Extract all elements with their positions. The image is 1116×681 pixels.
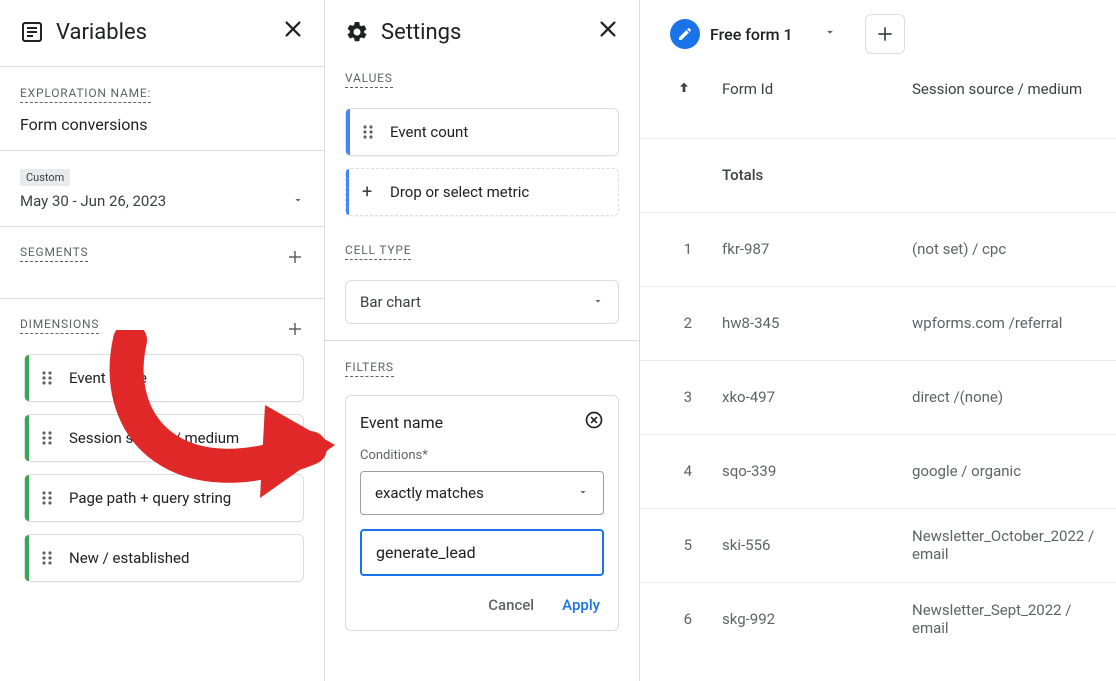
variables-icon xyxy=(20,20,44,44)
filter-card: Event name Conditions* exactly matches xyxy=(345,395,619,631)
drag-handle-icon xyxy=(362,124,374,140)
filter-matcher-value: exactly matches xyxy=(375,484,484,502)
report-tab-name: Free form 1 xyxy=(710,25,793,44)
date-range-value: May 30 - Jun 26, 2023 xyxy=(20,192,166,210)
dimension-chip-label: Event name xyxy=(69,369,147,387)
column-header-source-medium[interactable]: Session source / medium xyxy=(900,68,1116,138)
conditions-label: Conditions* xyxy=(360,448,604,463)
table-row[interactable]: 6 skg-992 Newsletter_Sept_2022 / email xyxy=(640,582,1116,656)
close-circle-icon xyxy=(584,410,604,430)
edit-badge xyxy=(670,19,700,49)
plus-icon xyxy=(875,24,895,44)
dimension-chip-label: Session source / medium xyxy=(69,429,239,447)
close-variables-button[interactable] xyxy=(282,18,304,46)
add-tab-button[interactable] xyxy=(865,14,905,54)
drag-handle-icon xyxy=(41,490,53,506)
column-header-form-id[interactable]: Form Id xyxy=(710,68,900,138)
gear-icon xyxy=(345,20,369,44)
add-segment-button[interactable] xyxy=(286,248,304,270)
table-row[interactable]: 3 xko-497 direct /(none) xyxy=(640,360,1116,434)
chevron-down-icon xyxy=(292,192,304,210)
date-custom-badge: Custom xyxy=(20,169,70,186)
close-icon xyxy=(597,18,619,40)
drag-handle-icon xyxy=(41,370,53,386)
dimension-chip[interactable]: Event name xyxy=(24,354,304,402)
plus-icon xyxy=(286,248,304,266)
totals-label: Totals xyxy=(710,138,900,212)
chevron-down-icon xyxy=(592,293,604,311)
filter-dimension-name: Event name xyxy=(360,413,443,432)
settings-header: Settings xyxy=(325,0,639,66)
variables-title: Variables xyxy=(56,20,270,45)
chevron-down-icon xyxy=(823,25,837,39)
filters-label: FILTERS xyxy=(345,360,394,377)
values-label: VALUES xyxy=(345,71,393,88)
table-row[interactable]: 4 sqo-339 google / organic xyxy=(640,434,1116,508)
close-settings-button[interactable] xyxy=(597,18,619,46)
variables-header: Variables xyxy=(0,0,324,66)
value-chip-label: Event count xyxy=(390,123,468,141)
dimensions-label: DIMENSIONS xyxy=(20,317,99,334)
close-icon xyxy=(282,18,304,40)
exploration-name-label: EXPLORATION NAME: xyxy=(20,86,151,103)
cell-type-value: Bar chart xyxy=(360,293,421,311)
cell-type-select[interactable]: Bar chart xyxy=(345,280,619,324)
tab-menu-button[interactable] xyxy=(823,25,837,43)
report-table: Form Id Session source / medium Totals 1… xyxy=(640,68,1116,656)
dimension-chip[interactable]: Session source / medium xyxy=(24,414,304,462)
filter-value-input[interactable] xyxy=(360,529,604,576)
sort-ascending-button[interactable] xyxy=(652,80,692,96)
dimension-chip[interactable]: Page path + query string xyxy=(24,474,304,522)
settings-title: Settings xyxy=(381,20,585,45)
table-row[interactable]: 2 hw8-345 wpforms.com /referral xyxy=(640,286,1116,360)
table-row[interactable]: 1 fkr-987 (not set) / cpc xyxy=(640,212,1116,286)
totals-row: Totals xyxy=(640,138,1116,212)
segments-label: SEGMENTS xyxy=(20,245,88,262)
chevron-down-icon xyxy=(577,484,589,502)
dimension-chip-label: New / established xyxy=(69,549,189,567)
drag-handle-icon xyxy=(41,550,53,566)
value-chip[interactable]: Event count xyxy=(345,108,619,156)
filter-matcher-select[interactable]: exactly matches xyxy=(360,471,604,515)
drop-metric-label: Drop or select metric xyxy=(390,183,529,201)
table-row[interactable]: 5 ski-556 Newsletter_October_2022 / emai… xyxy=(640,508,1116,582)
pencil-icon xyxy=(677,26,693,42)
plus-icon xyxy=(286,320,304,338)
dimension-chip-label: Page path + query string xyxy=(69,489,231,507)
filter-apply-button[interactable]: Apply xyxy=(562,596,600,614)
drop-metric-zone[interactable]: + Drop or select metric xyxy=(345,168,619,216)
plus-icon: + xyxy=(362,182,372,203)
filter-cancel-button[interactable]: Cancel xyxy=(488,596,534,614)
date-range-picker[interactable]: Custom May 30 - Jun 26, 2023 xyxy=(0,150,324,226)
exploration-name-input[interactable]: Form conversions xyxy=(20,113,304,134)
add-dimension-button[interactable] xyxy=(286,320,304,342)
remove-filter-button[interactable] xyxy=(584,410,604,434)
drag-handle-icon xyxy=(41,430,53,446)
arrow-up-icon xyxy=(676,80,692,96)
report-tab[interactable]: Free form 1 xyxy=(664,15,843,53)
dimension-chip[interactable]: New / established xyxy=(24,534,304,582)
cell-type-label: CELL TYPE xyxy=(345,243,411,260)
